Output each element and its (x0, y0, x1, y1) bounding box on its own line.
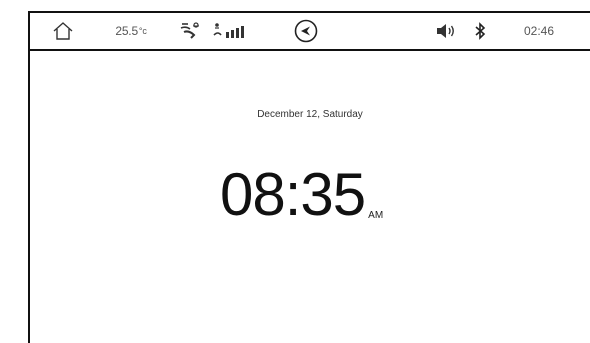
status-bar: 25.5 °c 02:46 (30, 13, 590, 51)
ac-icon[interactable] (176, 13, 204, 49)
fan-icon[interactable] (210, 13, 250, 49)
clock-time: 08:35 (220, 161, 366, 228)
temperature-readout[interactable]: 25.5 °c (104, 13, 158, 49)
date-label: December 12, Saturday (257, 109, 363, 120)
temperature-value: 25.5 (115, 24, 138, 38)
temperature-unit: °c (138, 26, 147, 36)
volume-icon[interactable] (434, 13, 458, 49)
screen: 25.5 °c 02:46 December 12, Saturday 08:3… (28, 11, 590, 343)
bluetooth-icon[interactable] (470, 13, 490, 49)
status-time: 02:46 (523, 24, 555, 38)
navigation-icon[interactable] (291, 13, 321, 49)
clock: 08:35 AM (220, 155, 383, 225)
home-icon[interactable] (50, 13, 76, 49)
clock-ampm: AM (368, 210, 384, 221)
